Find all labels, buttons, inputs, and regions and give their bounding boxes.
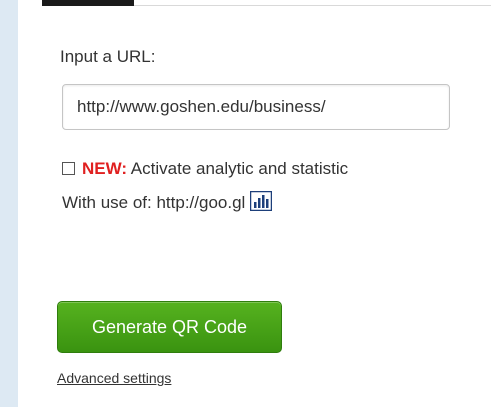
with-use-row: With use of: http://goo.gl bbox=[62, 190, 273, 217]
with-use-label: With use of: http://goo.gl bbox=[62, 193, 246, 212]
analytics-option-row: NEW: Activate analytic and statistic bbox=[62, 158, 491, 180]
advanced-settings-link[interactable]: Advanced settings bbox=[57, 370, 171, 386]
analytics-option-label: Activate analytic and statistic bbox=[127, 159, 349, 178]
analytics-checkbox[interactable] bbox=[62, 162, 75, 175]
active-tab-indicator bbox=[42, 0, 134, 6]
new-badge: NEW: bbox=[82, 159, 128, 178]
form-panel: Input a URL: NEW: Activate analytic and … bbox=[18, 0, 491, 407]
bar-chart-icon[interactable] bbox=[250, 190, 273, 217]
url-input[interactable] bbox=[62, 84, 450, 130]
tab-divider bbox=[134, 5, 491, 6]
generate-qr-code-button[interactable]: Generate QR Code bbox=[57, 301, 282, 353]
url-label: Input a URL: bbox=[60, 47, 156, 66]
